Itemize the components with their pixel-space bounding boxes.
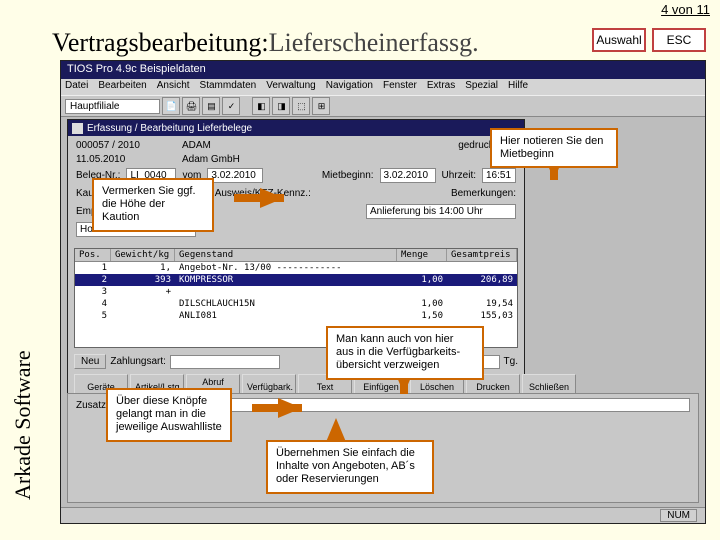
tb-icon[interactable]: ◧ <box>252 97 270 115</box>
status-num: NUM <box>660 509 697 522</box>
menu-item[interactable]: Verwaltung <box>266 80 315 94</box>
tb-icon[interactable]: 📄 <box>162 97 180 115</box>
table-row[interactable]: 2393KOMPRESSOR1,00206,89 <box>75 274 517 286</box>
tb-icon[interactable]: ⬚ <box>292 97 310 115</box>
menu-item[interactable]: Navigation <box>326 80 373 94</box>
page-counter: 4 von 11 <box>661 2 710 17</box>
table-row[interactable]: 4DILSCHLAUCH15N1,0019,54 <box>75 298 517 310</box>
filiale-select[interactable]: Hauptfiliale <box>65 99 160 114</box>
tb-icon[interactable]: ✓ <box>222 97 240 115</box>
callout-mietbeginn: Hier notieren Sie den Mietbeginn <box>490 128 618 168</box>
col-preis: Gesamtpreis <box>447 249 517 261</box>
col-gewicht: Gewicht/kg <box>111 249 175 261</box>
col-menge: Menge <box>397 249 447 261</box>
vom-field[interactable]: 3.02.2010 <box>207 168 263 183</box>
table-row[interactable]: 5ANLI0811,50155,03 <box>75 310 517 322</box>
menu-item[interactable]: Bearbeiten <box>98 80 146 94</box>
zahl-label: Zahlungsart: <box>110 356 166 367</box>
tb-icon[interactable]: ⊞ <box>312 97 330 115</box>
col-gegenstand: Gegenstand <box>175 249 397 261</box>
menu-item[interactable]: Stammdaten <box>200 80 257 94</box>
miet-field[interactable]: 3.02.2010 <box>380 168 436 183</box>
title-part2: Lieferscheinerfassg. <box>269 28 479 58</box>
sidebar-brand: Arkade Software <box>10 350 36 500</box>
tb-icon[interactable]: 🖨 <box>182 97 200 115</box>
inner-title-text: Erfassung / Bearbeitung Lieferbelege <box>87 123 252 134</box>
uhr-field[interactable]: 16:51 <box>482 168 516 183</box>
callout-verfueg: Man kann auch von hier aus in die Verfüg… <box>326 326 484 380</box>
table-row[interactable]: 3+ <box>75 286 517 298</box>
col-pos: Pos. <box>75 249 111 261</box>
arrow-icon <box>326 418 346 442</box>
arrow-icon <box>278 398 302 418</box>
menu-item[interactable]: Extras <box>427 80 455 94</box>
tb-icon[interactable]: ◨ <box>272 97 290 115</box>
zahl-field[interactable] <box>170 355 280 369</box>
menu-item[interactable]: Fenster <box>383 80 417 94</box>
callout-uebernehmen: Übernehmen Sie einfach die Inhalte von A… <box>266 440 434 494</box>
toolbar: Hauptfiliale 📄 🖨 ▤ ✓ ◧ ◨ ⬚ ⊞ <box>61 95 705 117</box>
inner-titlebar: Erfassung / Bearbeitung Lieferbelege <box>68 120 524 136</box>
callout-kaution: Vermerken Sie ggf. die Höhe der Kaution <box>92 178 214 232</box>
title-part1: Vertragsbearbeitung: <box>52 28 269 58</box>
callout-knoepfe: Über diese Knöpfe gelangt man in die jew… <box>106 388 232 442</box>
menu-item[interactable]: Ansicht <box>157 80 190 94</box>
menu-item[interactable]: Spezial <box>465 80 498 94</box>
tb-icon[interactable]: ▤ <box>202 97 220 115</box>
arrow-icon <box>260 188 284 208</box>
statusbar: NUM <box>61 507 705 523</box>
esc-button[interactable]: ESC <box>652 28 706 52</box>
table-row[interactable]: 11,Angebot-Nr. 13/00 ------------ <box>75 262 517 274</box>
uhr-label: Uhrzeit: <box>442 170 476 181</box>
doc-nr: 000057 / 2010 <box>76 140 176 151</box>
neu-button[interactable]: Neu <box>74 354 106 369</box>
menu-item[interactable]: Datei <box>65 80 88 94</box>
window-icon <box>72 123 83 134</box>
app-titlebar: TIOS Pro 4.9c Beispieldaten <box>61 61 705 79</box>
bem-label: Bemerkungen: <box>451 188 516 199</box>
auswahl-button[interactable]: Auswahl <box>592 28 646 52</box>
kd-name: Adam GmbH <box>182 154 240 165</box>
miet-label: Mietbeginn: <box>322 170 374 181</box>
menu-item[interactable]: Hilfe <box>508 80 528 94</box>
tg-label: Tg. <box>504 356 518 367</box>
menubar: Datei Bearbeiten Ansicht Stammdaten Verw… <box>61 79 705 95</box>
bem-field[interactable]: Anlieferung bis 14:00 Uhr <box>366 204 516 219</box>
kd-code: ADAM <box>182 140 211 151</box>
doc-date: 11.05.2010 <box>76 154 176 165</box>
